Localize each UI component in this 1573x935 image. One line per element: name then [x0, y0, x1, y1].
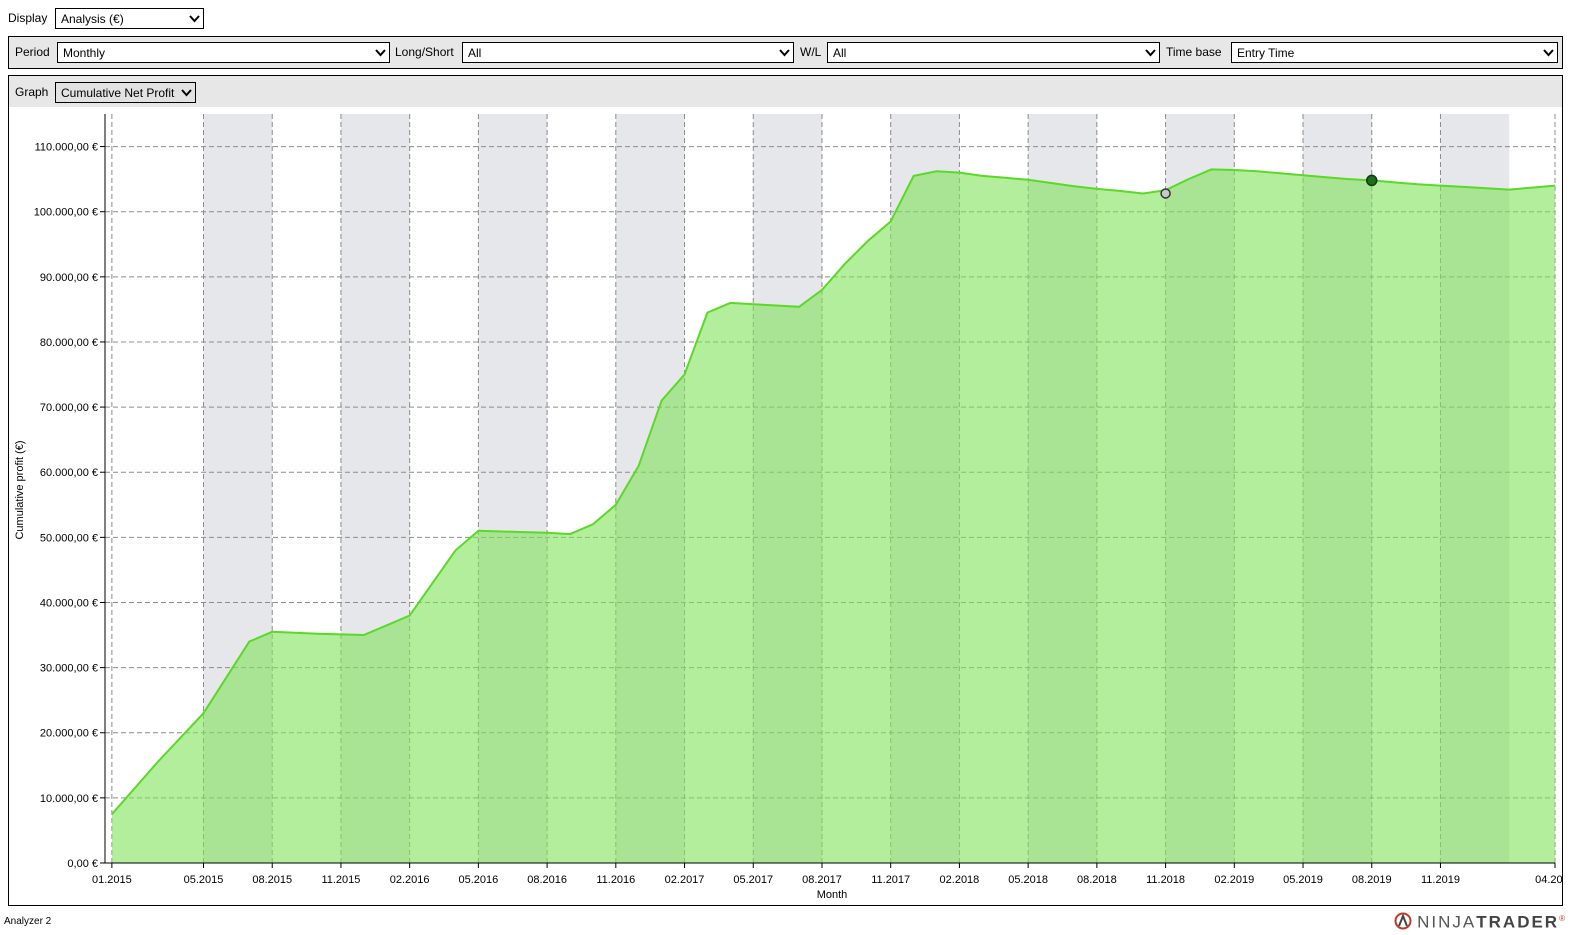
x-tick-label: 11.2015 — [321, 874, 360, 886]
chart-series — [111, 168, 1556, 863]
x-tick-label: 11.2016 — [596, 874, 635, 886]
display-label: Display — [8, 11, 48, 25]
y-tick-label: 40.000,00 € — [40, 597, 98, 609]
y-axis-label: Cumulative profit (€) — [14, 440, 26, 539]
x-tick-label: 02.2018 — [940, 874, 980, 886]
period-label: Period — [15, 45, 50, 59]
x-tick-label: 05.2018 — [1008, 874, 1048, 886]
period-select-value: Monthly — [63, 46, 106, 60]
y-tick-label: 90.000,00 € — [40, 272, 98, 284]
x-tick-label: 05.2016 — [458, 874, 498, 886]
x-tick-label: 02.2016 — [390, 874, 430, 886]
wl-label: W/L — [800, 45, 822, 59]
graph-panel — [8, 75, 1563, 108]
chevron-down-icon — [779, 49, 790, 57]
longshort-select[interactable]: All — [462, 42, 794, 63]
chevron-down-icon — [189, 15, 200, 23]
y-tick-label: 70.000,00 € — [40, 402, 98, 414]
y-tick-label: 10.000,00 € — [40, 793, 98, 805]
y-tick-label: 20.000,00 € — [40, 728, 98, 740]
chevron-down-icon — [1543, 49, 1554, 57]
x-tick-label: 08.2017 — [802, 874, 842, 886]
x-tick-label: 08.2015 — [252, 874, 292, 886]
x-tick-label: 11.2019 — [1421, 874, 1460, 886]
analyzer-tab-label: Analyzer 2 — [4, 916, 52, 927]
x-tick-label: 02.2019 — [1214, 874, 1254, 886]
y-tick-label: 60.000,00 € — [40, 467, 98, 479]
wl-select-value: All — [833, 46, 847, 60]
x-tick-label: 11.2017 — [871, 874, 910, 886]
x-tick-label: 05.2017 — [733, 874, 773, 886]
marker-filled — [1365, 174, 1378, 187]
timebase-select[interactable]: Entry Time — [1231, 42, 1558, 63]
graph-label: Graph — [15, 85, 49, 99]
y-tick-label: 100.000,00 € — [34, 207, 98, 219]
y-tick-label: 50.000,00 € — [40, 532, 98, 544]
chart-frame: 0,00 € 10.000,00 € 20.000,00 € 30.000,00 € 4… — [8, 107, 1563, 906]
chevron-down-icon — [375, 49, 386, 57]
display-select[interactable]: Analysis (€) — [55, 8, 204, 29]
timebase-label: Time base — [1166, 45, 1222, 59]
ninjatrader-logo-icon — [1394, 912, 1412, 930]
x-tick-label: 05.2019 — [1283, 874, 1323, 886]
ninjatrader-logo: NINJATRADER® — [1392, 911, 1567, 932]
y-tick-label: 0,00 € — [67, 858, 98, 870]
chevron-down-icon — [181, 89, 192, 97]
y-tick-label: 110.000,00 € — [35, 142, 98, 154]
longshort-label: Long/Short — [395, 45, 454, 59]
cumulative-profit-chart: 0,00 € 10.000,00 € 20.000,00 € 30.000,00 € 4… — [14, 114, 1562, 901]
x-tick-label: 04.2020 — [1535, 874, 1562, 886]
logo-text: NINJATRADER® — [1417, 912, 1567, 932]
x-tick-label: 08.2018 — [1077, 874, 1117, 886]
period-select[interactable]: Monthly — [57, 42, 390, 63]
x-tick-label: 08.2016 — [527, 874, 567, 886]
x-tick-label: 02.2017 — [665, 874, 705, 886]
display-select-value: Analysis (€) — [61, 12, 124, 26]
graph-select-value: Cumulative Net Profit — [61, 86, 175, 100]
x-tick-label: 08.2019 — [1352, 874, 1392, 886]
x-tick-label: 01.2015 — [92, 874, 132, 886]
y-tick-label: 80.000,00 € — [40, 337, 98, 349]
x-tick-label: 11.2018 — [1146, 874, 1185, 886]
chevron-down-icon — [1145, 49, 1156, 57]
graph-select[interactable]: Cumulative Net Profit — [55, 82, 196, 103]
x-axis-label: Month — [817, 889, 848, 901]
series-area — [111, 169, 1555, 863]
marker-hollow — [1160, 188, 1171, 199]
x-tick-label: 05.2015 — [184, 874, 224, 886]
timebase-select-value: Entry Time — [1237, 46, 1295, 60]
wl-select[interactable]: All — [827, 42, 1160, 63]
y-tick-label: 30.000,00 € — [40, 663, 98, 675]
longshort-select-value: All — [468, 46, 482, 60]
